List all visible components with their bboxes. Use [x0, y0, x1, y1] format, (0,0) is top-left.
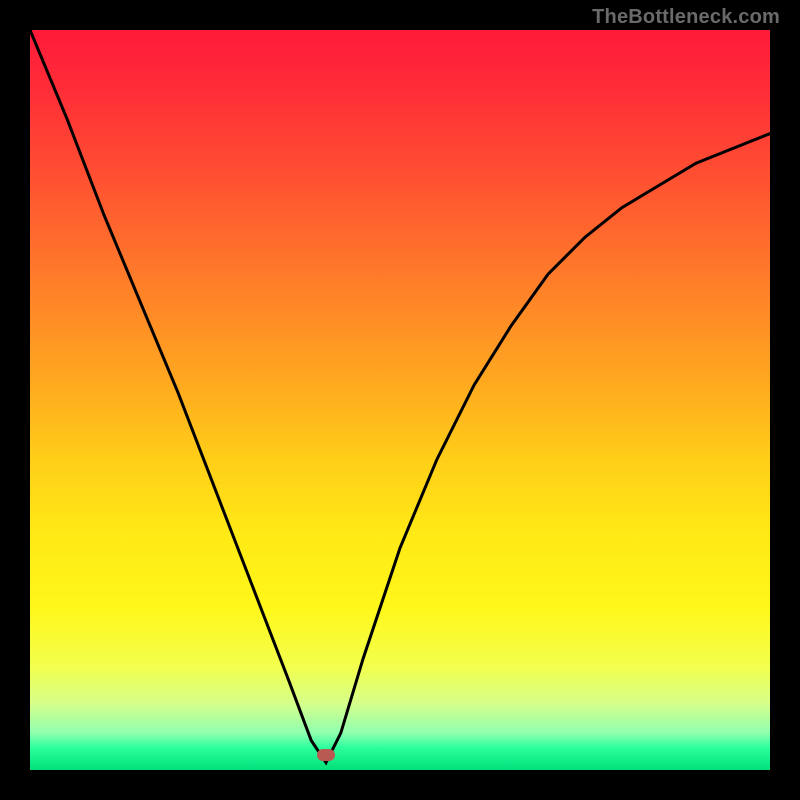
curve-svg [30, 30, 770, 770]
minimum-marker [317, 749, 335, 761]
chart-frame: TheBottleneck.com [0, 0, 800, 800]
watermark-text: TheBottleneck.com [592, 6, 780, 29]
plot-area [30, 30, 770, 770]
bottleneck-curve [30, 30, 770, 763]
